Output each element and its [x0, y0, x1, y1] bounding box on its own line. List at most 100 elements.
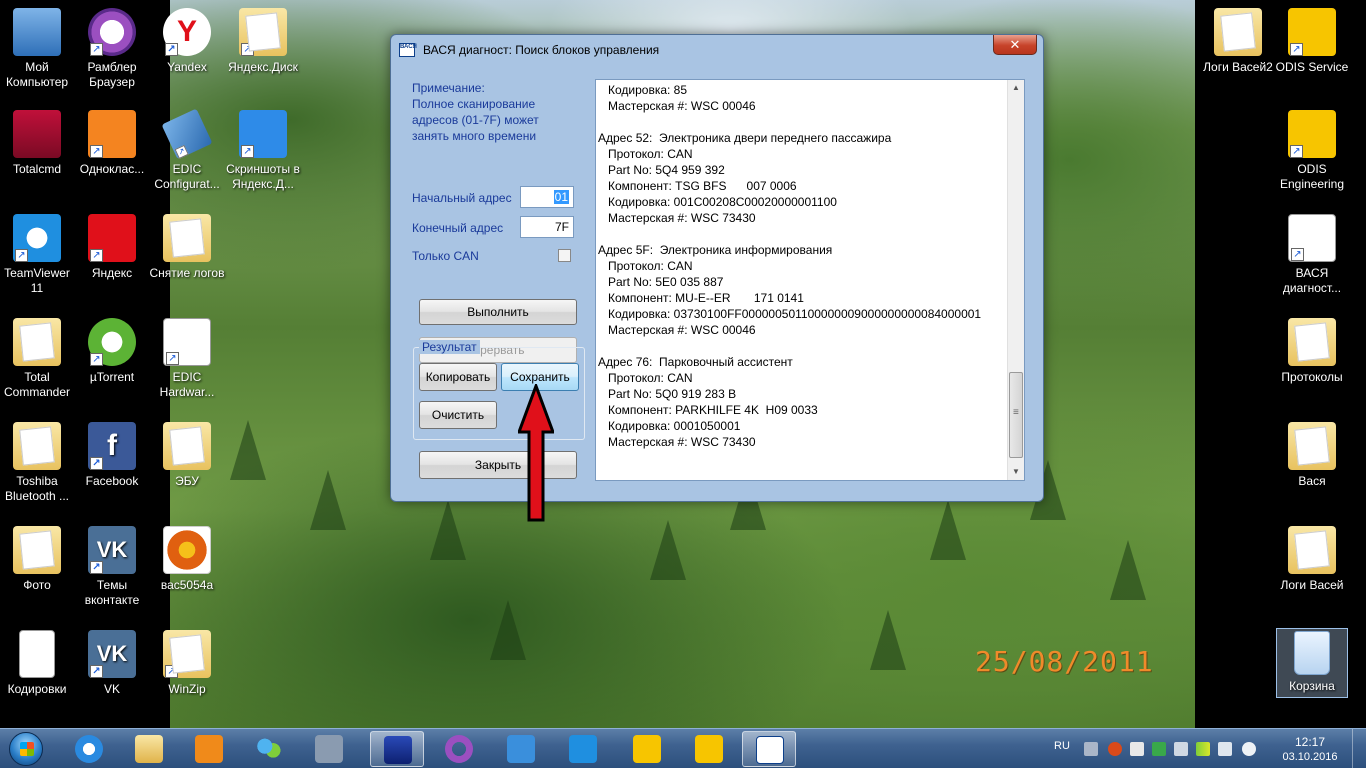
taskbar-control-panel[interactable] [302, 731, 356, 767]
vasya-app-logo-icon: ВАСЯ [399, 43, 417, 57]
taskbar-media-player[interactable] [182, 731, 236, 767]
result-line [598, 114, 1008, 130]
green-app-icon[interactable] [1152, 742, 1166, 756]
desktop-icon-ecu-folder[interactable]: ЭБУ [148, 422, 226, 489]
result-line: Кодировка: 03730100FF0000005011000000090… [598, 307, 982, 321]
result-line: Компонент: TSG BFS 007 0006 [598, 179, 797, 193]
windows-logo-icon [9, 732, 43, 766]
usb-adapter-icon: ↗ [161, 108, 213, 160]
desktop-icon-vasya-diagnost[interactable]: ↗ ВАСЯ диагност... [1273, 214, 1351, 296]
results-scrollbar[interactable]: ▲ ▼ [1007, 80, 1024, 480]
desktop-icon-vas5054a[interactable]: вас5054а [148, 526, 226, 593]
taskbar-messenger[interactable] [242, 731, 296, 767]
desktop-icon-yandex-disk[interactable]: ↗ Яндекс.Диск [224, 8, 302, 75]
scroll-down-arrow-icon[interactable]: ▼ [1008, 464, 1024, 480]
usb-device-icon[interactable] [1174, 742, 1188, 756]
desktop-icon-yandex-browser[interactable]: Y ↗ Yandex [148, 8, 226, 75]
yandex-disk-folder-icon: ↗ [239, 8, 287, 56]
desktop-icon-vk[interactable]: VK ↗ VK [73, 630, 151, 697]
taskbar-internet-explorer[interactable] [62, 731, 116, 767]
document-window-icon: ↗ [163, 318, 211, 366]
desktop-icon-total-commander[interactable]: Total Commander [0, 318, 76, 400]
desktop-icon-teamviewer[interactable]: ↗ TeamViewer 11 [0, 214, 76, 296]
taskbar-odis-service[interactable] [620, 731, 674, 767]
show-desktop-button[interactable] [1352, 729, 1366, 768]
desktop-icon-yandex[interactable]: ↗ Яндекс [73, 214, 151, 281]
clear-button[interactable]: Очистить [419, 401, 497, 429]
desktop-icon-protocols[interactable]: Протоколы [1273, 318, 1351, 385]
window-title: ВАСЯ диагност: Поиск блоков управления [423, 43, 660, 57]
desktop-icon-codings[interactable]: Кодировки [0, 630, 76, 697]
result-line [598, 338, 1008, 354]
vasya-scan-window: ВАСЯ ВАСЯ диагност: Поиск блоков управле… [390, 34, 1044, 502]
desktop-icon-logs-folder[interactable]: Снятие логов [148, 214, 226, 281]
end-address-label: Конечный адрес [412, 221, 504, 235]
desktop-icon-my-computer[interactable]: Мой Компьютер [0, 8, 76, 90]
folder-icon [1288, 422, 1336, 470]
can-only-checkbox[interactable] [558, 249, 571, 262]
taskbar-rambler-browser[interactable] [432, 731, 486, 767]
result-line: Part No: 5Q4 959 392 [598, 163, 725, 177]
taskbar-explorer[interactable] [122, 731, 176, 767]
window-titlebar[interactable]: ВАСЯ ВАСЯ диагност: Поиск блоков управле… [391, 35, 1043, 65]
folder-icon [163, 214, 211, 262]
clock-date[interactable]: 03.10.2016 [1280, 751, 1340, 763]
end-address-input[interactable]: 7F [520, 216, 574, 238]
result-group-label: Результат [419, 340, 480, 354]
desktop-icon-edic-configurator[interactable]: ↗ EDIC Configurat... [148, 108, 226, 192]
clock-time[interactable]: 12:17 [1280, 735, 1340, 749]
desktop-icon-facebook[interactable]: f ↗ Facebook [73, 422, 151, 489]
system-tray: RU 12:17 03.10.2016 [1046, 729, 1366, 768]
desktop-icon-winzip[interactable]: ↗ WinZip [148, 630, 226, 697]
desktop-icon-edic-hardware[interactable]: ↗ EDIC Hardwar... [148, 318, 226, 400]
can-only-label: Только CAN [412, 249, 479, 263]
start-address-label: Начальный адрес [412, 191, 512, 205]
desktop-icon-toshiba-bluetooth[interactable]: Toshiba Bluetooth ... [0, 422, 76, 504]
start-address-input[interactable]: 01 [520, 186, 574, 208]
record-icon[interactable] [1108, 742, 1122, 756]
desktop-icon-yandex-screenshots[interactable]: ↗ Скриншоты в Яндекс.Д... [224, 110, 302, 192]
flower-image-icon [163, 526, 211, 574]
show-hidden-icons-icon[interactable] [1084, 742, 1098, 756]
run-button[interactable]: Выполнить [419, 299, 577, 325]
battery-icon[interactable] [1130, 742, 1144, 756]
winzip-icon: ↗ [163, 630, 211, 678]
desktop-icon-vasya-logs-2[interactable]: Логи Васей2 [1199, 8, 1277, 75]
result-line: Мастерская #: WSC 00046 [598, 323, 756, 337]
start-button[interactable] [4, 729, 46, 768]
taskbar-vasya-diagnost[interactable] [742, 731, 796, 767]
desktop-icon-odnoklassniki[interactable]: ↗ Одноклас... [73, 110, 151, 177]
desktop-icon-vk-themes[interactable]: VK ↗ Темы вконтакте [73, 526, 151, 608]
window-close-button[interactable]: ✕ [993, 35, 1037, 55]
desktop-icon-utorrent[interactable]: ↗ µTorrent [73, 318, 151, 385]
result-line: Компонент: PARKHILFE 4K H09 0033 [598, 403, 818, 417]
cloud-icon[interactable] [1242, 742, 1256, 756]
volume-icon[interactable] [1218, 742, 1232, 756]
desktop-icon-rambler-browser[interactable]: ↗ Рамблер Браузер [73, 8, 151, 90]
taskbar-total-commander[interactable] [370, 731, 424, 767]
facebook-icon: f ↗ [88, 422, 136, 470]
language-indicator[interactable]: RU [1054, 740, 1070, 752]
desktop-icon-odis-service[interactable]: ↗ ODIS Service [1273, 8, 1351, 75]
desktop-icon-photo[interactable]: Фото [0, 526, 76, 593]
scrollbar-thumb[interactable] [1009, 372, 1023, 458]
desktop-icon-recycle-bin[interactable]: Корзина [1276, 628, 1348, 698]
result-line: Кодировка: 001C00208C00020000001100 [598, 195, 837, 209]
copy-button[interactable]: Копировать [419, 363, 497, 391]
folder-icon [1288, 318, 1336, 366]
window-client-area: Примечание: Полное сканирование адресов … [398, 65, 1037, 495]
desktop-icon-vasya-folder[interactable]: Вася [1273, 422, 1351, 489]
odnoklassniki-icon: ↗ [88, 110, 136, 158]
desktop-icon-vasya-logs[interactable]: Логи Васей [1273, 526, 1351, 593]
desktop-icon-odis-engineering[interactable]: ↗ ODIS Engineering [1273, 110, 1351, 192]
scan-results-textbox[interactable]: Кодировка: 85 Мастерская #: WSC 00046 Адр… [595, 79, 1025, 481]
taskbar-volume[interactable] [494, 731, 548, 767]
vasya-logo-icon [756, 736, 784, 764]
taskbar-teamviewer[interactable] [556, 731, 610, 767]
rambler-browser-icon [445, 735, 473, 763]
network-signal-icon[interactable] [1196, 742, 1210, 756]
taskbar-odis-engineering[interactable] [682, 731, 736, 767]
desktop-icon-totalcmd[interactable]: Totalcmd [0, 110, 76, 177]
folder-icon [163, 422, 211, 470]
scroll-up-arrow-icon[interactable]: ▲ [1008, 80, 1024, 96]
